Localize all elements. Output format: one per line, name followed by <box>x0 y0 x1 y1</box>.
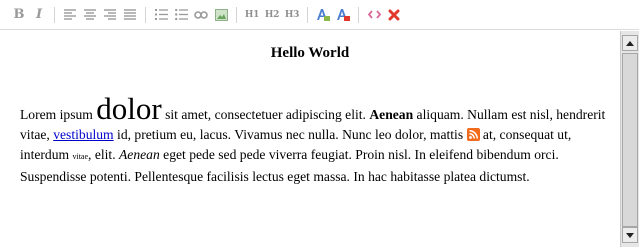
h3-button[interactable]: H3 <box>283 5 301 25</box>
remove-format-icon[interactable] <box>385 5 403 25</box>
text-color-icon[interactable] <box>314 5 332 25</box>
h1-button[interactable]: H1 <box>243 5 261 25</box>
small-text: vitae <box>72 152 89 161</box>
large-text: dolor <box>96 91 162 126</box>
align-left-icon[interactable] <box>61 5 79 25</box>
toolbar-divider <box>236 6 237 23</box>
source-code-icon[interactable] <box>365 5 383 25</box>
image-icon[interactable] <box>212 5 230 25</box>
editor-content[interactable]: Hello World Lorem ipsum dolor sit amet, … <box>10 31 610 247</box>
text-span: id, pretium eu, lacus. Vivamus nec nulla… <box>113 127 467 142</box>
italic-text: Aenean <box>119 147 160 162</box>
h2-button[interactable]: H2 <box>263 5 281 25</box>
toolbar-divider <box>145 6 146 23</box>
rss-icon <box>466 128 480 141</box>
align-center-icon[interactable] <box>81 5 99 25</box>
toolbar-divider <box>358 6 359 23</box>
clear-format-icon[interactable] <box>334 5 352 25</box>
bold-text: Aenean <box>369 107 414 122</box>
scroll-up-arrow-icon[interactable] <box>622 35 638 51</box>
text-span: Lorem ipsum <box>20 107 97 122</box>
editor-toolbar: B I H1 H2 H3 <box>0 0 639 30</box>
toolbar-divider <box>307 6 308 23</box>
toolbar-divider <box>54 6 55 23</box>
unordered-list-icon[interactable] <box>172 5 190 25</box>
link-icon[interactable] <box>192 5 210 25</box>
scrollbar-thumb[interactable] <box>622 53 638 227</box>
ordered-list-icon[interactable] <box>152 5 170 25</box>
vertical-scrollbar[interactable] <box>620 31 639 247</box>
editor-paragraph: Lorem ipsum dolor sit amet, consectetuer… <box>20 93 610 187</box>
text-span: sit amet, consectetuer adipiscing elit. <box>161 107 370 122</box>
italic-button[interactable]: I <box>30 5 48 25</box>
bold-button[interactable]: B <box>10 5 28 25</box>
scroll-down-arrow-icon[interactable] <box>622 227 638 243</box>
align-right-icon[interactable] <box>101 5 119 25</box>
align-justify-icon[interactable] <box>121 5 139 25</box>
text-span: , elit. <box>88 147 119 162</box>
editor-heading: Hello World <box>270 45 350 61</box>
inline-link[interactable]: vestibulum <box>53 127 113 142</box>
